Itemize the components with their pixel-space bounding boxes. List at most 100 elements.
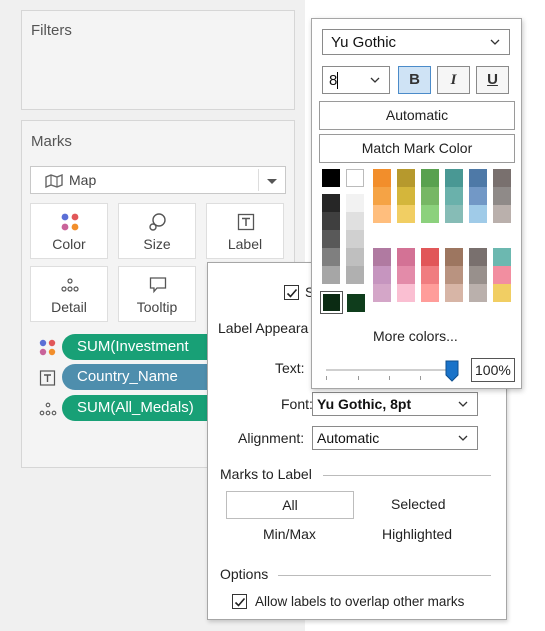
swatch-pink[interactable]: [397, 266, 415, 284]
swatch-teal[interactable]: [445, 169, 463, 187]
swatch-green[interactable]: [421, 187, 439, 205]
text-t-icon: [237, 213, 255, 231]
swatch-gray[interactable]: [322, 248, 340, 266]
swatch-blue[interactable]: [469, 169, 487, 187]
swatch-brown[interactable]: [445, 248, 463, 266]
detail-button[interactable]: Detail: [30, 266, 108, 322]
font-field-label: Font:: [281, 396, 313, 412]
swatch-gray[interactable]: [346, 212, 364, 230]
swatch-orange[interactable]: [373, 187, 391, 205]
automatic-color-button[interactable]: Automatic: [319, 101, 515, 130]
alignment-field-label: Alignment:: [238, 430, 305, 446]
allow-overlap-text: Allow labels to overlap other marks: [255, 594, 465, 609]
swatch-warm-gray[interactable]: [493, 187, 511, 205]
swatch-orange[interactable]: [373, 205, 391, 223]
font-color-popup: Yu Gothic 8 B I U Automatic Match Mark C…: [311, 18, 522, 389]
alignment-combo[interactable]: Automatic: [312, 426, 478, 450]
tooltip-button[interactable]: Tooltip: [118, 266, 196, 322]
chevron-down-icon[interactable]: [267, 179, 277, 184]
slider-tick: [358, 376, 359, 380]
swatch-gray[interactable]: [346, 266, 364, 284]
swatch-pink[interactable]: [493, 266, 511, 284]
tooltip-button-label: Tooltip: [136, 299, 178, 315]
swatch-black[interactable]: [322, 169, 340, 187]
slider-tick: [389, 376, 390, 380]
swatch-gray[interactable]: [346, 248, 364, 266]
size-icon: [149, 213, 166, 231]
swatch-gray[interactable]: [346, 230, 364, 248]
more-colors-link[interactable]: More colors...: [373, 328, 458, 344]
swatch-warm-gray[interactable]: [493, 205, 511, 223]
slider-tick: [326, 376, 327, 380]
swatch-blue[interactable]: [469, 205, 487, 223]
swatch-red[interactable]: [421, 248, 439, 266]
text-t-icon: [39, 370, 56, 386]
recent-color-selected[interactable]: [320, 291, 343, 314]
marks-label-minmax-option[interactable]: Min/Max: [263, 526, 316, 542]
filters-shelf[interactable]: Filters: [21, 10, 295, 110]
chevron-down-icon: [458, 435, 468, 441]
detail-button-label: Detail: [51, 299, 87, 315]
font-combo-value: Yu Gothic, 8pt: [317, 396, 412, 412]
marks-label-selected-option[interactable]: Selected: [391, 496, 445, 512]
swatch-olive[interactable]: [397, 205, 415, 223]
swatch-warm-gray[interactable]: [469, 266, 487, 284]
swatch-warm-gray[interactable]: [469, 284, 487, 302]
opacity-value-box[interactable]: 100%: [471, 358, 515, 382]
italic-button[interactable]: I: [437, 66, 470, 94]
swatch-warm-gray[interactable]: [469, 248, 487, 266]
swatch-gray[interactable]: [346, 194, 364, 212]
swatch-teal[interactable]: [493, 248, 511, 266]
font-family-combo[interactable]: Yu Gothic: [322, 29, 510, 55]
swatch-white[interactable]: [346, 169, 364, 187]
swatch-teal[interactable]: [445, 205, 463, 223]
marks-label-highlighted-option[interactable]: Highlighted: [382, 526, 452, 542]
swatch-green[interactable]: [421, 169, 439, 187]
swatch-red[interactable]: [421, 284, 439, 302]
swatch-purple[interactable]: [373, 284, 391, 302]
swatch-blue[interactable]: [469, 187, 487, 205]
recent-color-swatch[interactable]: [347, 294, 365, 312]
show-labels-checkbox[interactable]: [284, 285, 299, 300]
opacity-slider-track[interactable]: [326, 369, 452, 371]
font-size-combo[interactable]: 8: [322, 66, 390, 94]
swatch-purple[interactable]: [373, 266, 391, 284]
swatch-gray[interactable]: [322, 194, 340, 212]
color-button[interactable]: Color: [30, 203, 108, 259]
recent-color-swatch: [323, 294, 340, 311]
swatch-warm-gray[interactable]: [493, 169, 511, 187]
swatch-orange[interactable]: [373, 169, 391, 187]
swatch-olive[interactable]: [397, 187, 415, 205]
swatch-yellow[interactable]: [493, 284, 511, 302]
swatch-pink[interactable]: [397, 248, 415, 266]
font-combo[interactable]: Yu Gothic, 8pt: [312, 392, 478, 416]
match-mark-color-button[interactable]: Match Mark Color: [319, 134, 515, 163]
swatch-brown[interactable]: [445, 284, 463, 302]
marks-label-all-option[interactable]: All: [226, 491, 354, 519]
alignment-combo-value: Automatic: [317, 430, 380, 446]
opacity-slider-thumb[interactable]: [445, 360, 459, 382]
swatch-gray[interactable]: [322, 212, 340, 230]
swatch-gray[interactable]: [322, 266, 340, 284]
swatch-olive[interactable]: [397, 169, 415, 187]
label-appearance-heading: Label Appeara: [218, 320, 309, 336]
swatch-pink[interactable]: [397, 284, 415, 302]
color-dots-icon: [61, 213, 79, 231]
option-all-text: All: [282, 497, 298, 513]
swatch-purple[interactable]: [373, 248, 391, 266]
swatch-green[interactable]: [421, 205, 439, 223]
size-button[interactable]: Size: [118, 203, 196, 259]
divider: [278, 575, 491, 576]
bold-button[interactable]: B: [398, 66, 431, 94]
swatch-gray[interactable]: [322, 230, 340, 248]
underline-button[interactable]: U: [476, 66, 509, 94]
mark-type-dropdown[interactable]: Map: [30, 166, 286, 194]
swatch-brown[interactable]: [445, 266, 463, 284]
label-button[interactable]: Label: [206, 203, 284, 259]
detail-dots-icon: [39, 402, 57, 416]
allow-overlap-checkbox[interactable]: [232, 594, 247, 609]
swatch-red[interactable]: [421, 266, 439, 284]
swatch-teal[interactable]: [445, 187, 463, 205]
chevron-down-icon: [458, 401, 468, 407]
label-button-label: Label: [227, 236, 263, 252]
